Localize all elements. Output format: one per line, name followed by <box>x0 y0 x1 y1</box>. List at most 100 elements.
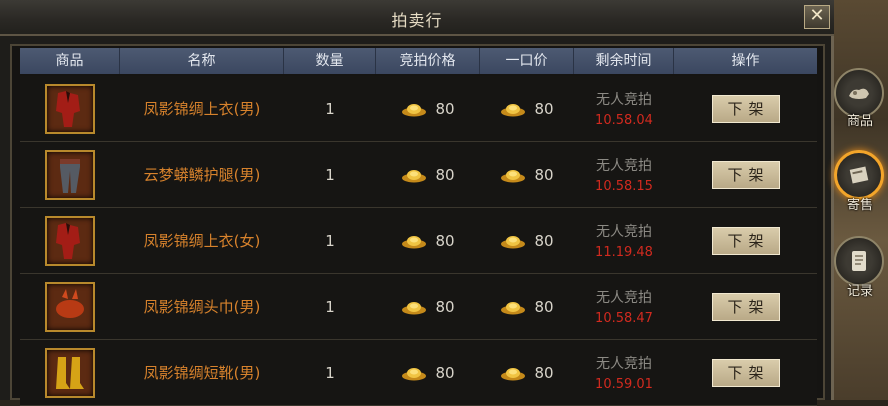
bid-price: 80 <box>435 297 455 316</box>
buyout-cell: 80 <box>480 208 574 274</box>
bid-cell: 80 <box>376 142 480 208</box>
table-row[interactable]: 云梦蟒鳞护腿(男) 1 80 80 无人竞拍 10.58.15 下架 <box>20 142 817 208</box>
bid-price: 80 <box>435 99 455 118</box>
col-header-remaining-time[interactable]: 剩余时间 <box>574 48 674 74</box>
table-row[interactable]: 凤影锦绸上衣(女) 1 80 80 无人竞拍 11.19.48 下架 <box>20 208 817 274</box>
robe-icon <box>56 222 80 259</box>
buyout-cell: 80 <box>480 142 574 208</box>
item-quantity: 1 <box>325 231 335 250</box>
item-name[interactable]: 云梦蟒鳞护腿(男) <box>144 164 261 185</box>
table-row[interactable]: 凤影锦绸头巾(男) 1 80 80 无人竞拍 10.58.47 下架 <box>20 274 817 340</box>
action-cell: 下架 <box>674 208 817 274</box>
gold-ingot-icon <box>402 169 427 182</box>
remaining-time: 10.58.15 <box>595 179 653 194</box>
quantity-cell: 1 <box>284 142 376 208</box>
time-cell: 无人竞拍 10.59.01 <box>574 340 674 406</box>
item-slot[interactable] <box>45 149 95 200</box>
col-header-bid-price[interactable]: 竞拍价格 <box>376 48 480 74</box>
buyout-cell: 80 <box>480 340 574 406</box>
item-name[interactable]: 凤影锦绸上衣(男) <box>144 98 261 119</box>
action-cell: 下架 <box>674 142 817 208</box>
table-row[interactable]: 凤影锦绸短靴(男) 1 80 80 无人竞拍 10.59.01 下架 <box>20 340 817 406</box>
item-slot[interactable] <box>45 281 95 332</box>
delist-button[interactable]: 下架 <box>711 160 780 189</box>
tab-goods-label: 商品 <box>846 114 873 129</box>
robe-icon <box>56 90 80 127</box>
buyout-cell: 80 <box>480 76 574 142</box>
gold-ingot-icon <box>501 367 526 380</box>
gold-ingot-icon <box>402 301 427 314</box>
item-slot[interactable] <box>45 215 95 266</box>
time-cell: 无人竞拍 10.58.04 <box>574 76 674 142</box>
action-cell: 下架 <box>674 340 817 406</box>
gold-ingot-icon <box>402 235 427 248</box>
name-cell: 凤影锦绸短靴(男) <box>120 340 284 406</box>
item-slot[interactable] <box>45 83 95 134</box>
item-quantity: 1 <box>325 165 335 184</box>
item-quantity: 1 <box>325 363 335 382</box>
time-cell: 无人竞拍 11.19.48 <box>574 208 674 274</box>
bid-cell: 80 <box>376 208 480 274</box>
col-header-action: 操作 <box>731 53 760 69</box>
item-name[interactable]: 凤影锦绸短靴(男) <box>144 362 261 383</box>
quantity-cell: 1 <box>284 76 376 142</box>
name-cell: 凤影锦绸头巾(男) <box>120 274 284 340</box>
bid-price: 80 <box>435 363 455 382</box>
item-name[interactable]: 凤影锦绸头巾(男) <box>144 296 261 317</box>
tab-consign-label: 寄售 <box>846 198 873 213</box>
bid-status: 无人竞拍 <box>595 224 652 240</box>
item-cell <box>20 76 120 142</box>
gold-ingot-icon <box>402 367 427 380</box>
delist-button[interactable]: 下架 <box>711 292 780 321</box>
listing-rows: 凤影锦绸上衣(男) 1 80 80 无人竞拍 10.58.04 下架 云梦蟒鳞护… <box>20 76 817 406</box>
headband-icon <box>56 288 84 318</box>
bid-price: 80 <box>435 165 455 184</box>
bid-status: 无人竞拍 <box>595 290 652 306</box>
goods-icon <box>849 88 869 99</box>
buyout-price: 80 <box>534 99 554 118</box>
buyout-cell: 80 <box>480 274 574 340</box>
action-cell: 下架 <box>674 76 817 142</box>
table-row[interactable]: 凤影锦绸上衣(男) 1 80 80 无人竞拍 10.58.04 下架 <box>20 76 817 142</box>
col-header-quantity[interactable]: 数量 <box>284 48 376 74</box>
col-header-item[interactable]: 商品 <box>20 48 120 74</box>
item-name[interactable]: 凤影锦绸上衣(女) <box>144 230 261 251</box>
tab-records[interactable] <box>834 236 884 286</box>
auction-window: 拍卖行 ✕ 商品 名称 数量 竞拍价格 一口价 剩余时间 操作 凤影锦绸上衣(男… <box>0 0 834 406</box>
time-cell: 无人竞拍 10.58.15 <box>574 142 674 208</box>
col-header-name[interactable]: 名称 <box>120 48 284 74</box>
delist-button[interactable]: 下架 <box>711 226 780 255</box>
window-title: 拍卖行 <box>391 11 443 30</box>
gold-ingot-icon <box>402 103 427 116</box>
bid-status: 无人竞拍 <box>595 356 652 372</box>
gold-ingot-icon <box>501 169 526 182</box>
tab-consign[interactable] <box>834 150 884 200</box>
item-cell <box>20 142 120 208</box>
scroll-icon <box>852 251 866 271</box>
leggings-icon <box>60 158 80 193</box>
name-cell: 云梦蟒鳞护腿(男) <box>120 142 284 208</box>
delist-button[interactable]: 下架 <box>711 358 780 387</box>
buyout-price: 80 <box>534 231 554 250</box>
tab-records-label: 记录 <box>846 284 873 299</box>
remaining-time: 10.59.01 <box>595 377 653 392</box>
buyout-price: 80 <box>534 363 554 382</box>
item-slot[interactable] <box>45 347 95 398</box>
remaining-time: 10.58.47 <box>595 311 653 326</box>
remaining-time: 10.58.04 <box>595 113 653 128</box>
item-cell <box>20 208 120 274</box>
name-cell: 凤影锦绸上衣(女) <box>120 208 284 274</box>
delist-button[interactable]: 下架 <box>711 94 780 123</box>
close-button[interactable]: ✕ <box>804 5 830 29</box>
gold-ingot-icon <box>501 103 526 116</box>
name-cell: 凤影锦绸上衣(男) <box>120 76 284 142</box>
bid-price: 80 <box>435 231 455 250</box>
gold-ingot-icon <box>501 235 526 248</box>
item-cell <box>20 340 120 406</box>
item-cell <box>20 274 120 340</box>
title-bar: 拍卖行 ✕ <box>0 0 834 36</box>
col-header-buyout-price[interactable]: 一口价 <box>480 48 574 74</box>
boots-icon <box>56 356 84 389</box>
buyout-price: 80 <box>534 297 554 316</box>
remaining-time: 11.19.48 <box>595 245 653 260</box>
